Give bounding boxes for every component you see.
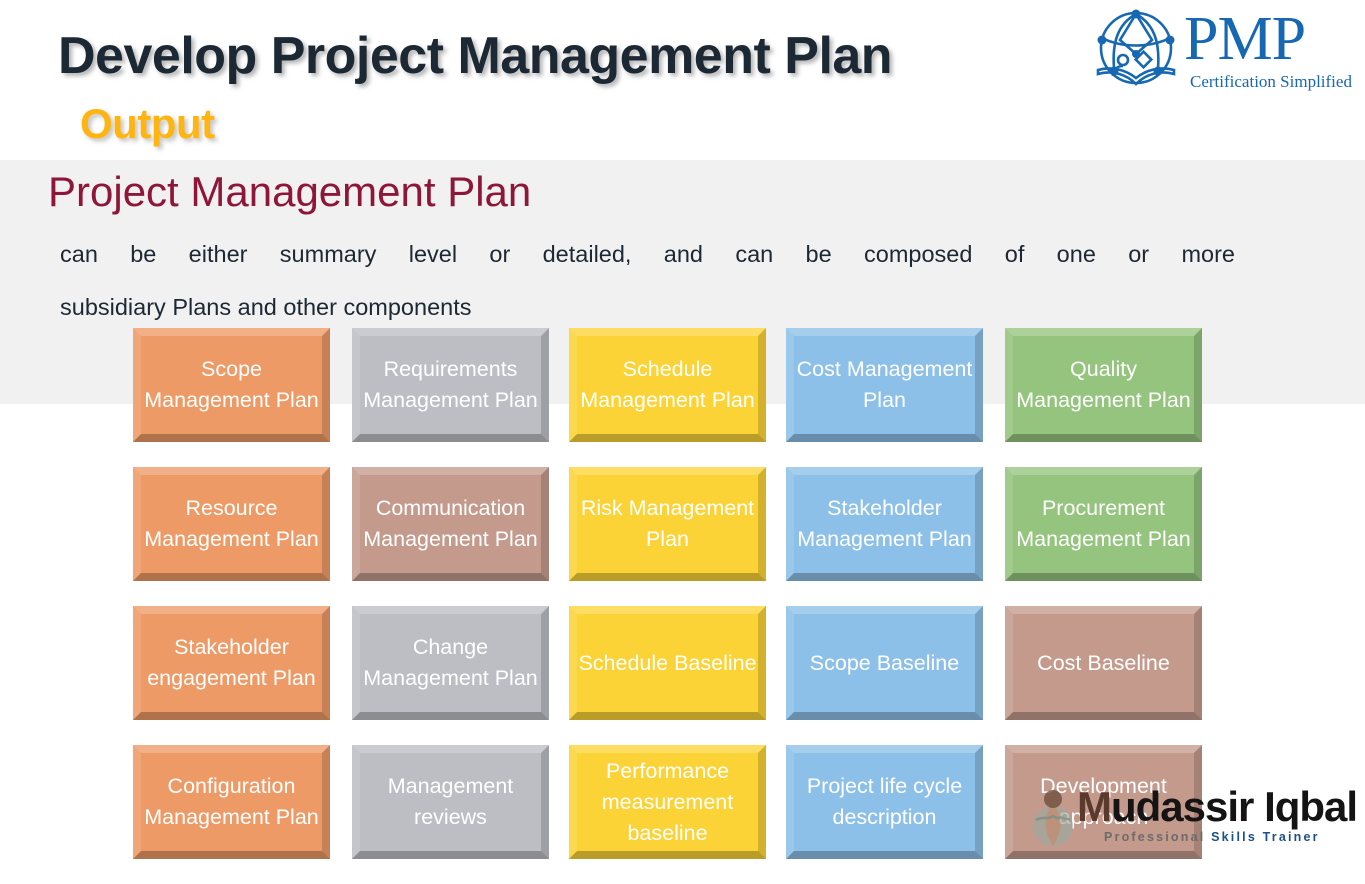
plan-box-label: Stakeholder engagement Plan xyxy=(147,635,316,690)
plan-box[interactable]: Cost Baseline xyxy=(1005,606,1202,720)
plan-box[interactable]: Management reviews xyxy=(352,745,549,859)
plan-box[interactable]: Quality Management Plan xyxy=(1005,328,1202,442)
plan-box[interactable]: Development approach xyxy=(1005,745,1202,859)
plan-box-label: Risk Management Plan xyxy=(580,496,755,551)
plan-box-label: Stakeholder Management Plan xyxy=(797,496,972,551)
page-header: Develop Project Management Plan Output P… xyxy=(0,0,1365,160)
plan-box[interactable]: Procurement Management Plan xyxy=(1005,467,1202,581)
plan-box-label: Communication Management Plan xyxy=(363,496,538,551)
plan-box-label: Scope Management Plan xyxy=(144,357,319,412)
watermark-tagline-part2: Skills Trainer xyxy=(1211,830,1320,844)
grid-row: Resource Management Plan Communication Ma… xyxy=(133,467,1205,606)
plan-box-label: Management reviews xyxy=(387,774,514,829)
plan-box-label: Performance measurement baseline xyxy=(601,758,734,845)
plan-box[interactable]: Change Management Plan xyxy=(352,606,549,720)
plan-box-label: Cost Management Plan xyxy=(796,357,973,412)
plan-box-label: Resource Management Plan xyxy=(144,496,319,551)
plan-box[interactable]: Schedule Baseline xyxy=(569,606,766,720)
plan-box[interactable]: Requirements Management Plan xyxy=(352,328,549,442)
pmp-logo-wordmark: PMP xyxy=(1184,5,1306,73)
plan-box[interactable]: Scope Baseline xyxy=(786,606,983,720)
plan-box-label: Change Management Plan xyxy=(363,635,538,690)
grid-row: Scope Management Plan Requirements Manage… xyxy=(133,328,1205,467)
plan-box[interactable]: Configuration Management Plan xyxy=(133,745,330,859)
subsidiary-plans-grid: Scope Management Plan Requirements Manage… xyxy=(133,328,1205,884)
plan-box[interactable]: Scope Management Plan xyxy=(133,328,330,442)
plan-box[interactable]: Project life cycle description xyxy=(786,745,983,859)
section-heading: Project Management Plan xyxy=(48,168,532,215)
page-title: Develop Project Management Plan xyxy=(58,27,893,85)
plan-box-label: Scope Baseline xyxy=(809,650,960,675)
plan-box-label: Schedule Management Plan xyxy=(580,357,755,412)
pmp-network-book-icon xyxy=(1096,9,1176,86)
plan-box[interactable]: Cost Management Plan xyxy=(786,328,983,442)
plan-box[interactable]: Performance measurement baseline xyxy=(569,745,766,859)
pmp-logo: PMP Certification Simplified xyxy=(1090,5,1352,102)
plan-box-label: Procurement Management Plan xyxy=(1016,496,1191,551)
plan-box[interactable]: Stakeholder Management Plan xyxy=(786,467,983,581)
plan-box[interactable]: Schedule Management Plan xyxy=(569,328,766,442)
plan-box-label: Requirements Management Plan xyxy=(363,357,538,412)
plan-box[interactable]: Communication Management Plan xyxy=(352,467,549,581)
grid-row: Configuration Management Plan Management … xyxy=(133,745,1205,884)
plan-box[interactable]: Risk Management Plan xyxy=(569,467,766,581)
section-body: can be either summary level or detailed,… xyxy=(60,228,1235,334)
plan-box-label: Development approach xyxy=(1040,774,1167,829)
section-body-line-1: can be either summary level or detailed,… xyxy=(60,241,1235,267)
plan-box-label: Configuration Management Plan xyxy=(144,774,319,829)
plan-box[interactable]: Resource Management Plan xyxy=(133,467,330,581)
plan-box[interactable]: Stakeholder engagement Plan xyxy=(133,606,330,720)
page-subtitle: Output xyxy=(80,100,215,147)
plan-box-label: Schedule Baseline xyxy=(578,650,757,675)
grid-row: Stakeholder engagement Plan Change Manage… xyxy=(133,606,1205,745)
pmp-logo-tagline: Certification Simplified xyxy=(1190,72,1352,91)
plan-box-label: Project life cycle description xyxy=(806,774,963,829)
plan-box-label: Cost Baseline xyxy=(1037,650,1170,675)
section-body-line-2: subsidiary Plans and other components xyxy=(60,294,472,320)
plan-box-label: Quality Management Plan xyxy=(1016,357,1191,412)
